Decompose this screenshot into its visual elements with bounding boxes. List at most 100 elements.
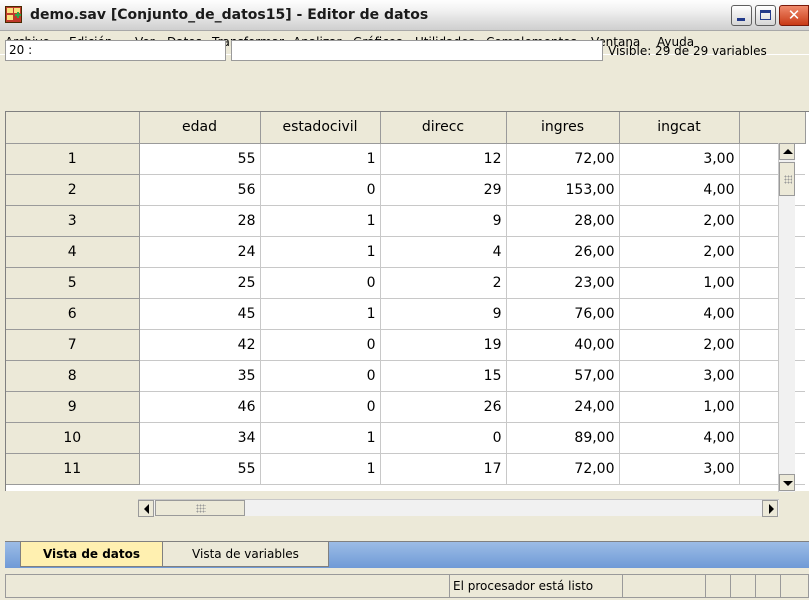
- row-header[interactable]: 2: [6, 174, 140, 206]
- corner-cell[interactable]: [6, 112, 140, 144]
- cell-reference-field[interactable]: 20 :: [5, 40, 226, 61]
- cell-ingres[interactable]: 57,00: [506, 360, 620, 392]
- row-header[interactable]: 1: [6, 143, 140, 175]
- cell-empty[interactable]: [739, 298, 805, 330]
- cell-edad[interactable]: 35: [139, 360, 261, 392]
- cell-value-input[interactable]: [231, 40, 603, 61]
- cell-ingcat[interactable]: 2,00: [619, 329, 740, 361]
- cell-estadocivil[interactable]: 0: [260, 174, 381, 206]
- column-header-estadocivil[interactable]: estadocivil: [260, 112, 381, 144]
- row-header[interactable]: 6: [6, 298, 140, 330]
- cell-ingcat[interactable]: 4,00: [619, 298, 740, 330]
- scroll-left-button[interactable]: [138, 500, 154, 517]
- cell-ingcat[interactable]: 1,00: [619, 267, 740, 299]
- column-header-edad[interactable]: edad: [139, 112, 261, 144]
- cell-edad[interactable]: 24: [139, 236, 261, 268]
- minimize-button[interactable]: [731, 5, 752, 26]
- column-header-ingres[interactable]: ingres: [506, 112, 620, 144]
- cell-direcc[interactable]: 26: [380, 391, 507, 423]
- column-header-direcc[interactable]: direcc: [380, 112, 507, 144]
- row-header[interactable]: 3: [6, 205, 140, 237]
- row-header[interactable]: 10: [6, 422, 140, 454]
- horizontal-scrollbar[interactable]: [138, 499, 779, 517]
- cell-direcc[interactable]: 4: [380, 236, 507, 268]
- cell-empty[interactable]: [739, 205, 805, 237]
- scroll-down-button[interactable]: [779, 474, 795, 491]
- maximize-button[interactable]: [755, 5, 776, 26]
- title-bar[interactable]: demo.sav [Conjunto_de_datos15] - Editor …: [0, 0, 809, 31]
- cell-edad[interactable]: 28: [139, 205, 261, 237]
- cell-estadocivil[interactable]: 1: [260, 298, 381, 330]
- cell-empty[interactable]: [739, 329, 805, 361]
- cell-empty[interactable]: [739, 453, 805, 485]
- cell-empty[interactable]: [739, 267, 805, 299]
- row-header[interactable]: 4: [6, 236, 140, 268]
- cell-direcc[interactable]: 9: [380, 205, 507, 237]
- row-header[interactable]: 5: [6, 267, 140, 299]
- vertical-scrollbar[interactable]: [778, 143, 795, 492]
- cell-estadocivil[interactable]: 0: [260, 267, 381, 299]
- cell-direcc[interactable]: 12: [380, 143, 507, 175]
- cell-empty[interactable]: [739, 174, 805, 206]
- cell-ingcat[interactable]: 3,00: [619, 453, 740, 485]
- cell-estadocivil[interactable]: 1: [260, 422, 381, 454]
- cell-edad[interactable]: 45: [139, 298, 261, 330]
- tab-vista-de-variables[interactable]: Vista de variables: [163, 542, 329, 567]
- cell-ingres[interactable]: 89,00: [506, 422, 620, 454]
- cell-edad[interactable]: 42: [139, 329, 261, 361]
- cell-estadocivil[interactable]: 1: [260, 205, 381, 237]
- cell-ingcat[interactable]: 2,00: [619, 236, 740, 268]
- scroll-right-button[interactable]: [762, 500, 778, 517]
- cell-direcc[interactable]: 0: [380, 422, 507, 454]
- cell-empty[interactable]: [739, 422, 805, 454]
- horizontal-scroll-thumb[interactable]: [155, 500, 245, 516]
- cell-ingres[interactable]: 76,00: [506, 298, 620, 330]
- row-header[interactable]: 9: [6, 391, 140, 423]
- cell-ingcat[interactable]: 4,00: [619, 174, 740, 206]
- cell-estadocivil[interactable]: 1: [260, 453, 381, 485]
- column-header-ingcat[interactable]: ingcat: [619, 112, 740, 144]
- cell-ingcat[interactable]: 3,00: [619, 143, 740, 175]
- cell-ingres[interactable]: 23,00: [506, 267, 620, 299]
- cell-estadocivil[interactable]: 0: [260, 391, 381, 423]
- cell-ingres[interactable]: 26,00: [506, 236, 620, 268]
- cell-ingres[interactable]: 28,00: [506, 205, 620, 237]
- scroll-up-button[interactable]: [779, 143, 795, 160]
- cell-ingres[interactable]: 153,00: [506, 174, 620, 206]
- cell-estadocivil[interactable]: 0: [260, 329, 381, 361]
- cell-ingres[interactable]: 72,00: [506, 453, 620, 485]
- cell-edad[interactable]: 56: [139, 174, 261, 206]
- cell-ingcat[interactable]: 1,00: [619, 391, 740, 423]
- cell-direcc[interactable]: 19: [380, 329, 507, 361]
- cell-direcc[interactable]: 2: [380, 267, 507, 299]
- tab-vista-de-datos[interactable]: Vista de datos: [20, 542, 163, 567]
- cell-ingcat[interactable]: 3,00: [619, 360, 740, 392]
- vertical-scroll-thumb[interactable]: [779, 162, 795, 196]
- cell-direcc[interactable]: 17: [380, 453, 507, 485]
- cell-direcc[interactable]: 29: [380, 174, 507, 206]
- row-header[interactable]: 11: [6, 453, 140, 485]
- cell-ingcat[interactable]: 4,00: [619, 422, 740, 454]
- cell-ingres[interactable]: 40,00: [506, 329, 620, 361]
- column-header-next[interactable]: [739, 112, 806, 144]
- cell-edad[interactable]: 55: [139, 453, 261, 485]
- cell-empty[interactable]: [739, 391, 805, 423]
- cell-ingres[interactable]: 72,00: [506, 143, 620, 175]
- row-header[interactable]: 8: [6, 360, 140, 392]
- cell-ingres[interactable]: 24,00: [506, 391, 620, 423]
- cell-direcc[interactable]: 15: [380, 360, 507, 392]
- cell-estadocivil[interactable]: 0: [260, 360, 381, 392]
- cell-edad[interactable]: 25: [139, 267, 261, 299]
- cell-edad[interactable]: 34: [139, 422, 261, 454]
- cell-ingcat[interactable]: 2,00: [619, 205, 740, 237]
- close-button[interactable]: ✕: [779, 5, 809, 26]
- cell-empty[interactable]: [739, 236, 805, 268]
- row-header[interactable]: 7: [6, 329, 140, 361]
- cell-edad[interactable]: 55: [139, 143, 261, 175]
- cell-estadocivil[interactable]: 1: [260, 236, 381, 268]
- cell-estadocivil[interactable]: 1: [260, 143, 381, 175]
- cell-direcc[interactable]: 9: [380, 298, 507, 330]
- cell-empty[interactable]: [739, 360, 805, 392]
- cell-edad[interactable]: 46: [139, 391, 261, 423]
- cell-empty[interactable]: [739, 143, 805, 175]
